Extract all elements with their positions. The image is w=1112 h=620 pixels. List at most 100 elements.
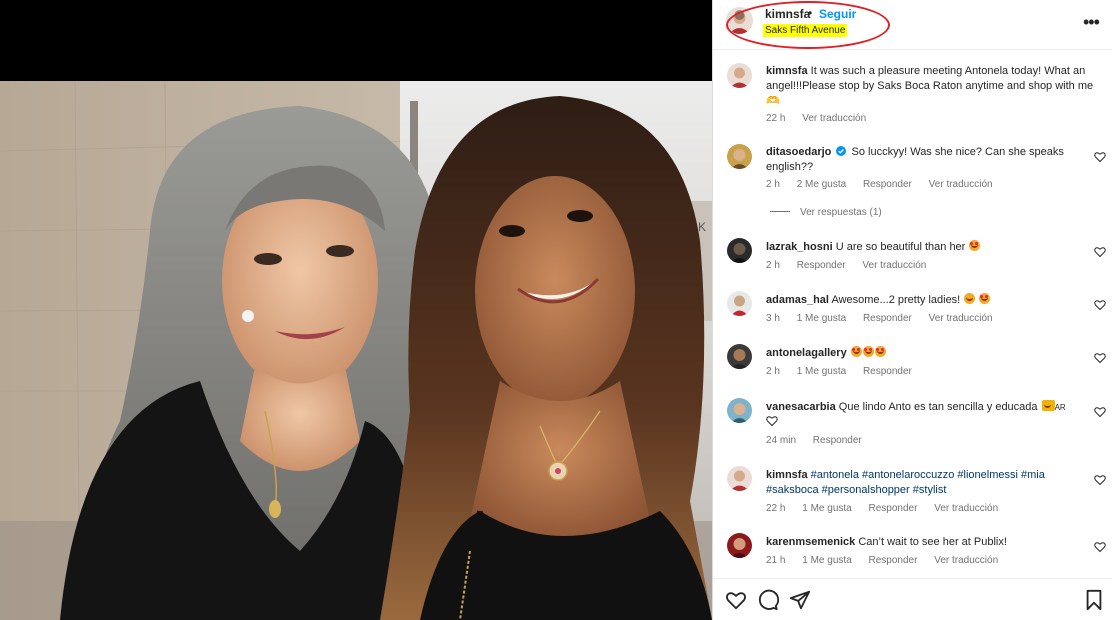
heart-eyes-emoji-icon bbox=[850, 346, 862, 357]
comment-text: ditasoedarjo So lucckyy! Was she nice? C… bbox=[766, 145, 1096, 175]
avatar[interactable] bbox=[727, 144, 752, 169]
likes-count[interactable]: 1 Me gusta bbox=[797, 366, 846, 377]
comment-time: 2 h bbox=[766, 366, 780, 377]
like-heart-icon[interactable] bbox=[725, 589, 747, 611]
translate-link[interactable]: Ver traducción bbox=[802, 113, 866, 124]
avatar[interactable] bbox=[727, 238, 752, 263]
caption-time: 22 h bbox=[766, 113, 786, 124]
comment-username[interactable]: lazrak_hosni bbox=[766, 241, 833, 253]
list-item: kimnsfa #antonela #antonelaroccuzzo #lio… bbox=[713, 465, 1112, 520]
comment-body: Awesome...2 pretty ladies! bbox=[831, 294, 961, 306]
comment-meta: 2 h 2 Me gusta Responder Ver traducción bbox=[766, 179, 1007, 190]
verified-badge-icon bbox=[836, 146, 847, 156]
comment-body: Can’t wait to see her at Publix! bbox=[858, 536, 1007, 548]
avatar[interactable] bbox=[727, 344, 752, 369]
like-comment-icon[interactable] bbox=[1094, 541, 1106, 553]
likes-count[interactable]: 1 Me gusta bbox=[802, 503, 851, 514]
comment-meta: 21 h 1 Me gusta Responder Ver traducción bbox=[766, 555, 1012, 566]
reply-button[interactable]: Responder bbox=[869, 503, 918, 514]
reply-button[interactable]: Responder bbox=[863, 366, 912, 377]
like-comment-icon[interactable] bbox=[1094, 299, 1106, 311]
comment-meta: 24 min Responder bbox=[766, 435, 876, 446]
view-replies-button[interactable]: Ver respuestas (1) bbox=[770, 207, 882, 218]
likes-count[interactable]: 2 Me gusta bbox=[797, 179, 846, 190]
comment-text: antonelagallery bbox=[766, 346, 1096, 361]
avatar[interactable] bbox=[727, 466, 752, 491]
comment-meta: 2 h Responder Ver traducción bbox=[766, 260, 940, 271]
comment-time: 2 h bbox=[766, 179, 780, 190]
post-header: kimnsfa • Seguir Saks Fifth Avenue ••• bbox=[713, 0, 1112, 50]
comment-username[interactable]: vanesacarbia bbox=[766, 401, 836, 413]
list-item: antonelagallery 2 h 1 Me gusta Responder bbox=[713, 344, 1112, 384]
translate-link[interactable]: Ver traducción bbox=[929, 179, 993, 190]
list-item: adamas_hal Awesome...2 pretty ladies! 3 … bbox=[713, 291, 1112, 331]
white-heart-emoji-icon bbox=[766, 416, 778, 427]
comment-time: 22 h bbox=[766, 503, 786, 514]
likes-count[interactable]: 1 Me gusta bbox=[802, 555, 851, 566]
smiling-emoji-icon bbox=[964, 293, 976, 304]
reply-button[interactable]: Responder bbox=[863, 179, 912, 190]
like-comment-icon[interactable] bbox=[1094, 474, 1106, 486]
translate-link[interactable]: Ver traducción bbox=[929, 313, 993, 324]
avatar[interactable] bbox=[727, 398, 752, 423]
crown-emoji-icon bbox=[1041, 400, 1055, 411]
flag-code: AR bbox=[1054, 403, 1066, 412]
comment-username[interactable]: ditasoedarjo bbox=[766, 146, 831, 158]
paper-plane-icon[interactable] bbox=[789, 589, 811, 611]
post-image-pane: AK bbox=[0, 0, 712, 620]
comment-time: 3 h bbox=[766, 313, 780, 324]
like-comment-icon[interactable] bbox=[1094, 352, 1106, 364]
caption-username[interactable]: kimnsfa bbox=[766, 65, 808, 77]
comment-meta: 2 h 1 Me gusta Responder bbox=[766, 366, 926, 377]
reply-button[interactable]: Responder bbox=[863, 313, 912, 324]
post-action-bar bbox=[713, 578, 1112, 620]
comment-username[interactable]: karenmsemenick bbox=[766, 536, 855, 548]
comment-body: U are so beautiful than her bbox=[835, 241, 966, 253]
caption: kimnsfa It was such a pleasure meeting A… bbox=[713, 61, 1112, 126]
list-item: vanesacarbia Que lindo Anto es tan senci… bbox=[713, 397, 1112, 452]
bookmark-icon[interactable] bbox=[1083, 589, 1105, 611]
caption-text: kimnsfa It was such a pleasure meeting A… bbox=[766, 64, 1096, 109]
likes-count[interactable]: 1 Me gusta bbox=[797, 313, 846, 324]
comment-meta: 22 h 1 Me gusta Responder Ver traducción bbox=[766, 503, 1012, 514]
caption-meta: 22 h Ver traducción bbox=[766, 113, 880, 124]
like-comment-icon[interactable] bbox=[1094, 151, 1106, 163]
comment-text: vanesacarbia Que lindo Anto es tan senci… bbox=[766, 400, 1096, 430]
comment-username[interactable]: kimnsfa bbox=[766, 469, 808, 481]
post-photo[interactable]: AK bbox=[0, 81, 712, 620]
comment-username[interactable]: antonelagallery bbox=[766, 347, 847, 359]
reply-button[interactable]: Responder bbox=[813, 435, 862, 446]
translate-link[interactable]: Ver traducción bbox=[934, 555, 998, 566]
avatar[interactable] bbox=[727, 63, 752, 88]
comment-time: 24 min bbox=[766, 435, 797, 446]
comment-time: 21 h bbox=[766, 555, 786, 566]
avatar[interactable] bbox=[727, 291, 752, 316]
heart-eyes-emoji-icon bbox=[979, 293, 991, 304]
hashtags[interactable]: #saksboca #personalshopper #stylist bbox=[766, 484, 946, 496]
reply-button[interactable]: Responder bbox=[797, 260, 846, 271]
like-comment-icon[interactable] bbox=[1094, 406, 1106, 418]
translate-link[interactable]: Ver traducción bbox=[862, 260, 926, 271]
reply-button[interactable]: Responder bbox=[869, 555, 918, 566]
comment-text: lazrak_hosni U are so beautiful than her bbox=[766, 240, 1096, 255]
comment-username[interactable]: adamas_hal bbox=[766, 294, 829, 306]
translate-link[interactable]: Ver traducción bbox=[934, 503, 998, 514]
comment-meta: 3 h 1 Me gusta Responder Ver traducción bbox=[766, 313, 1007, 324]
list-item: karenmsemenick Can’t wait to see her at … bbox=[713, 533, 1112, 573]
replies-line bbox=[770, 211, 790, 212]
heart-eyes-emoji-icon bbox=[874, 346, 886, 357]
comment-bubble-icon[interactable] bbox=[757, 589, 779, 611]
heart-eyes-emoji-icon bbox=[969, 240, 981, 251]
annotation-oval bbox=[726, 1, 890, 49]
list-item: ditasoedarjo So lucckyy! Was she nice? C… bbox=[713, 143, 1112, 223]
heart-eyes-emoji-icon bbox=[862, 346, 874, 357]
view-replies-label[interactable]: Ver respuestas (1) bbox=[800, 207, 882, 218]
comment-text: karenmsemenick Can’t wait to see her at … bbox=[766, 535, 1096, 550]
hashtags[interactable]: #antonela #antonelaroccuzzo #lionelmessi… bbox=[811, 469, 1045, 481]
comment-time: 2 h bbox=[766, 260, 780, 271]
more-options-icon[interactable]: ••• bbox=[1083, 12, 1100, 33]
comments-list[interactable]: kimnsfa It was such a pleasure meeting A… bbox=[713, 51, 1112, 578]
caption-body: It was such a pleasure meeting Antonela … bbox=[766, 65, 1094, 107]
like-comment-icon[interactable] bbox=[1094, 246, 1106, 258]
avatar[interactable] bbox=[727, 533, 752, 558]
